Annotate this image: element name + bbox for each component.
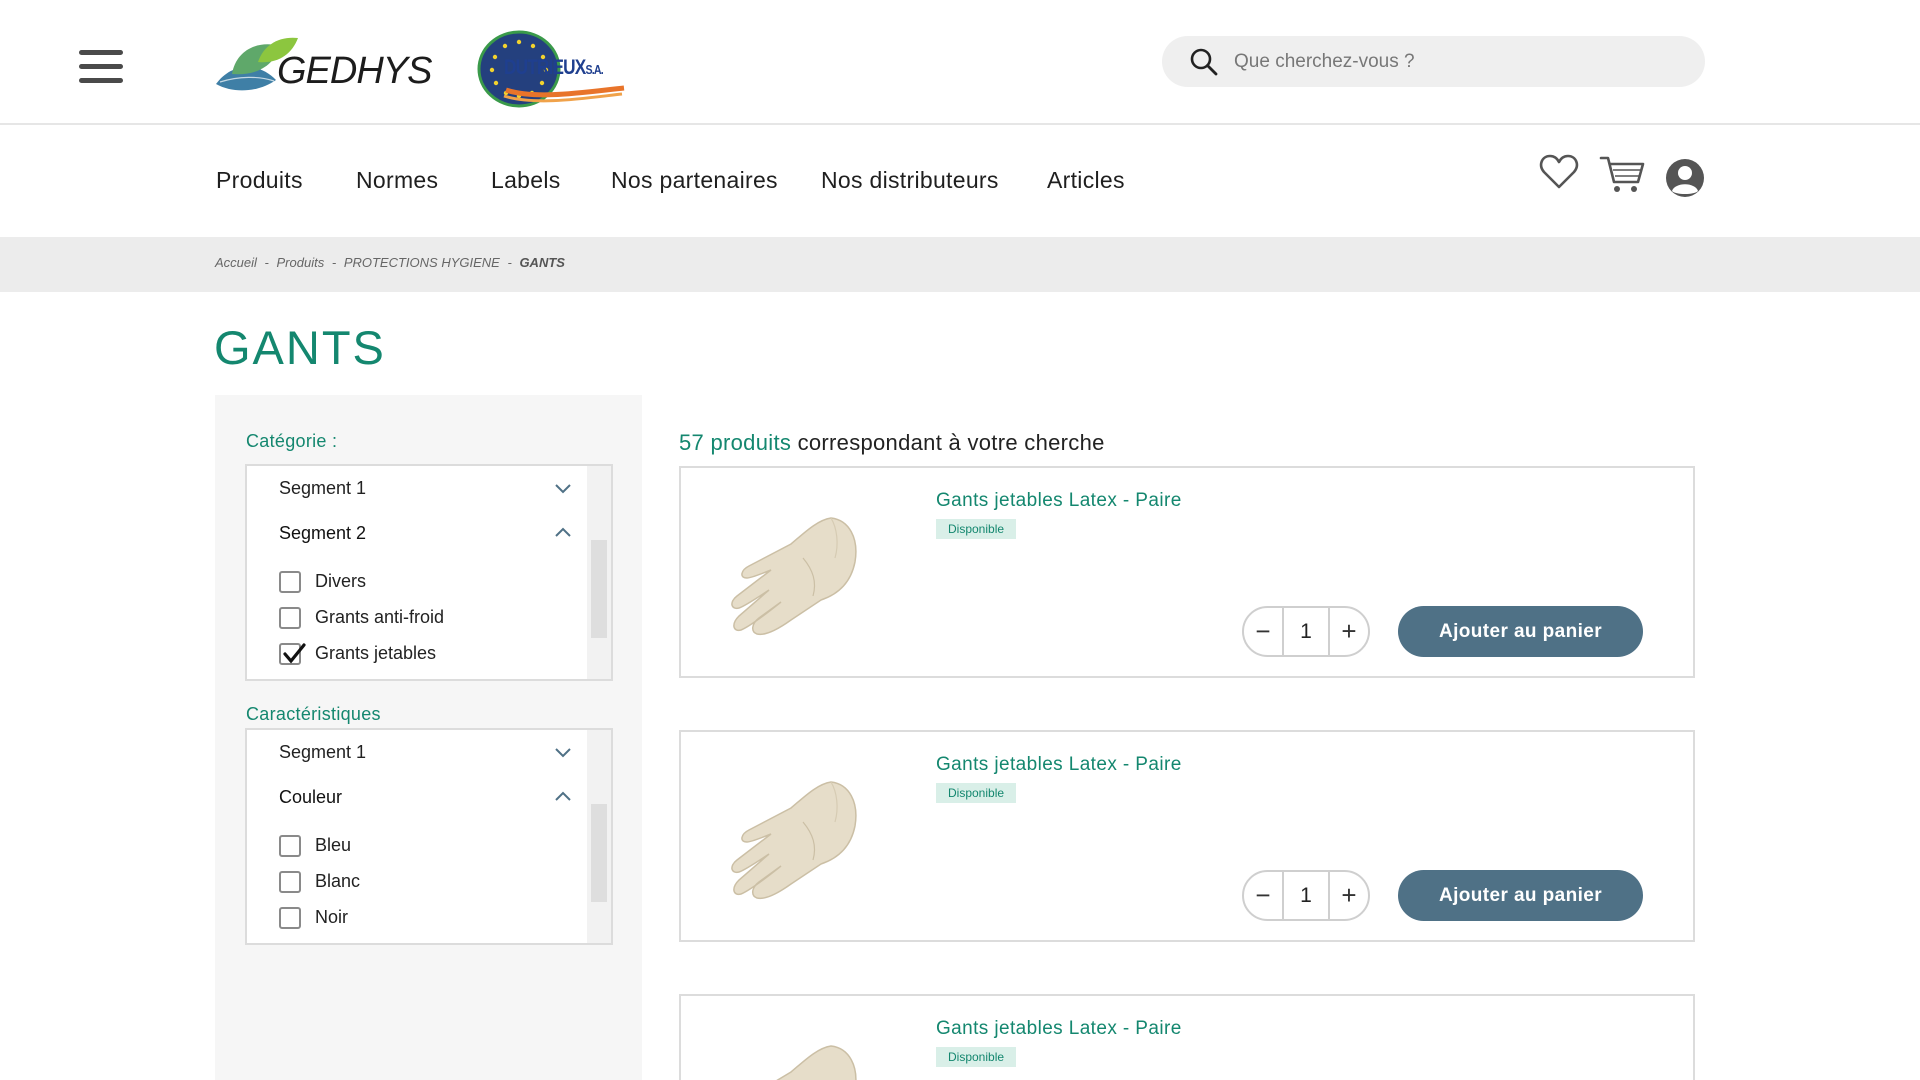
cart-icon[interactable]	[1599, 154, 1645, 194]
status-badge: Disponible	[936, 519, 1017, 539]
characteristics-segment-couleur[interactable]: Couleur	[279, 787, 584, 808]
main-nav: Produits Normes Labels Nos partenaires N…	[0, 127, 1920, 237]
scrollbar[interactable]	[587, 466, 611, 679]
status-badge: Disponible	[936, 1047, 1017, 1067]
results-count-suffix: correspondant à votre cherche	[791, 430, 1105, 455]
checkbox[interactable]	[279, 571, 301, 593]
category-filter-box: Segment 1 Segment 2 Divers Grants anti-f…	[245, 464, 613, 681]
breadcrumb-bar: Accueil - Produits - PROTECTIONS HYGIENE…	[0, 237, 1920, 292]
breadcrumb-separator: -	[507, 255, 512, 270]
product-card: Gants jetables Latex - Paire Disponible …	[679, 730, 1695, 942]
checkbox[interactable]	[279, 907, 301, 929]
results-count-number: 57 produits	[679, 430, 792, 455]
heart-icon[interactable]	[1539, 154, 1579, 190]
nav-item-articles[interactable]: Articles	[1047, 167, 1125, 194]
chevron-up-icon	[555, 527, 571, 537]
characteristics-filter-box: Segment 1 Couleur Bleu Blanc Noir	[245, 728, 613, 945]
add-to-cart-button[interactable]: Ajouter au panier	[1398, 870, 1643, 921]
nav-item-produits[interactable]: Produits	[216, 167, 303, 194]
option-label: Noir	[315, 907, 349, 927]
option-label: Grants anti-froid	[315, 607, 445, 627]
status-badge: Disponible	[936, 783, 1017, 803]
decrement-button[interactable]: −	[1244, 608, 1284, 655]
page-title: GANTS	[214, 321, 386, 374]
option-label: Blanc	[315, 871, 361, 891]
quantity-stepper: − 1 +	[1242, 870, 1370, 921]
checkbox[interactable]	[279, 607, 301, 629]
product-card: Gants jetables Latex - Paire Disponible	[679, 994, 1695, 1080]
glove-image[interactable]	[721, 1026, 881, 1080]
dutrieux-wordmark: DUTRIEUXS.A.	[504, 56, 604, 80]
menu-icon-bar	[79, 78, 123, 83]
checkbox-checked[interactable]	[279, 643, 306, 665]
dutrieux-logo[interactable]: DUTRIEUXS.A.	[476, 30, 626, 108]
characteristics-heading: Caractéristiques	[246, 704, 381, 724]
checkmark-icon	[283, 643, 306, 664]
breadcrumb-protections-hygiene[interactable]: PROTECTIONS HYGIENE	[344, 255, 500, 270]
filter-option-divers[interactable]: Divers	[279, 570, 579, 596]
dutrieux-wordmark-suffix: S.A.	[585, 62, 603, 77]
category-segment-2[interactable]: Segment 2	[279, 523, 584, 544]
breadcrumb-separator: -	[264, 255, 269, 270]
checkbox[interactable]	[279, 835, 301, 857]
glove-image[interactable]	[721, 762, 881, 912]
breadcrumb-accueil[interactable]: Accueil	[215, 255, 257, 270]
filter-sidebar: Catégorie : Segment 1 Segment 2 Divers G…	[215, 395, 642, 1080]
product-name[interactable]: Gants jetables Latex - Paire	[936, 490, 1182, 512]
category-segment-1[interactable]: Segment 1	[279, 478, 584, 499]
scrollbar-thumb[interactable]	[591, 540, 607, 638]
top-header: GEDHYS DUTRIEUXS.A.	[0, 0, 1920, 125]
option-label: Bleu	[315, 835, 352, 855]
nav-item-normes[interactable]: Normes	[356, 167, 438, 194]
chevron-down-icon	[555, 484, 571, 494]
gedhys-logo[interactable]: GEDHYS	[214, 30, 444, 105]
breadcrumb-current: GANTS	[519, 255, 565, 270]
user-icon[interactable]	[1665, 158, 1705, 198]
nav-item-distributeurs[interactable]: Nos distributeurs	[821, 167, 999, 194]
characteristics-segment-1[interactable]: Segment 1	[279, 742, 584, 763]
product-name[interactable]: Gants jetables Latex - Paire	[936, 1018, 1182, 1040]
chevron-up-icon	[555, 791, 571, 801]
quantity-field[interactable]: 1	[1284, 608, 1328, 655]
increment-button[interactable]: +	[1328, 872, 1368, 919]
segment-label: Segment 1	[279, 478, 367, 498]
glove-image[interactable]	[721, 498, 881, 648]
filter-option-noir[interactable]: Noir	[279, 906, 579, 932]
increment-button[interactable]: +	[1328, 608, 1368, 655]
gedhys-wordmark: GEDHYS	[277, 50, 432, 92]
segment-label: Couleur	[279, 787, 343, 807]
dutrieux-wordmark-name: DUTRIEUX	[504, 56, 586, 79]
quantity-stepper: − 1 +	[1242, 606, 1370, 657]
filter-option-blanc[interactable]: Blanc	[279, 870, 579, 896]
filter-option-anti-froid[interactable]: Grants anti-froid	[279, 606, 579, 632]
nav-item-partenaires[interactable]: Nos partenaires	[611, 167, 778, 194]
segment-label: Segment 2	[279, 523, 367, 543]
menu-icon[interactable]	[79, 50, 123, 84]
decrement-button[interactable]: −	[1244, 872, 1284, 919]
breadcrumb-produits[interactable]: Produits	[277, 255, 325, 270]
scrollbar-thumb[interactable]	[591, 804, 607, 902]
filter-option-bleu[interactable]: Bleu	[279, 834, 579, 860]
breadcrumb: Accueil - Produits - PROTECTIONS HYGIENE…	[215, 255, 565, 270]
category-heading: Catégorie :	[246, 431, 338, 451]
add-to-cart-button[interactable]: Ajouter au panier	[1398, 606, 1643, 657]
segment-label: Segment 1	[279, 742, 367, 762]
checkbox[interactable]	[279, 871, 301, 893]
menu-icon-bar	[79, 64, 123, 69]
search-input[interactable]	[1234, 36, 1674, 87]
option-label: Divers	[315, 571, 367, 591]
scrollbar[interactable]	[587, 730, 611, 943]
search-bar	[1162, 36, 1705, 87]
results-count: 57 produits correspondant à votre cherch…	[679, 430, 1105, 456]
search-icon[interactable]	[1190, 48, 1218, 76]
breadcrumb-separator: -	[331, 255, 337, 270]
menu-icon-bar	[79, 50, 123, 55]
filter-option-jetables[interactable]: Grants jetables	[279, 642, 579, 668]
chevron-down-icon	[555, 748, 571, 758]
product-name[interactable]: Gants jetables Latex - Paire	[936, 754, 1182, 776]
option-label: Grants jetables	[315, 643, 437, 663]
nav-item-labels[interactable]: Labels	[491, 167, 561, 194]
product-card: Gants jetables Latex - Paire Disponible …	[679, 466, 1695, 678]
quantity-field[interactable]: 1	[1284, 872, 1328, 919]
